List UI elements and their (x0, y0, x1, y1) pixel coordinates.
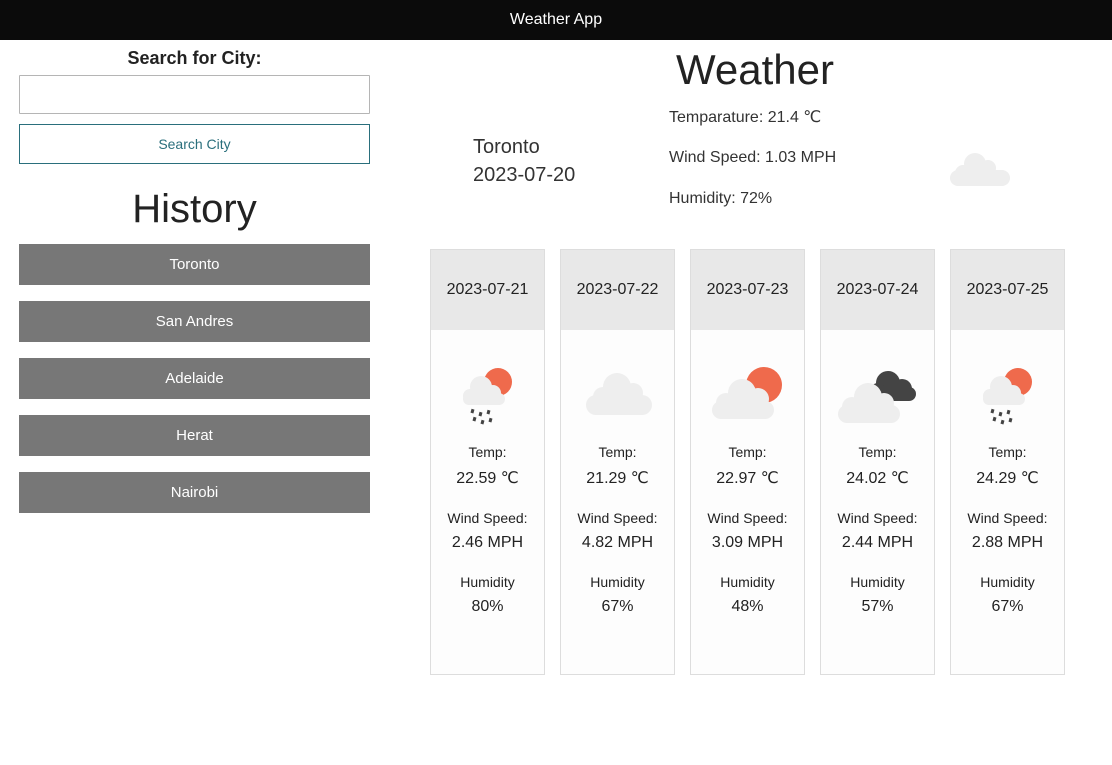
search-label: Search for City: (127, 48, 262, 68)
forecast-date: 2023-07-25 (951, 250, 1064, 330)
current-temperature: Temparature: 21.4 ℃ (669, 109, 822, 126)
forecast-date: 2023-07-21 (431, 250, 544, 330)
current-weather-panel: Weather Toronto 2023-07-20 Temparature: … (430, 40, 1070, 240)
temp-label: Temp: (468, 444, 507, 460)
wind-label: Wind Speed: (577, 510, 658, 526)
temp-value: 22.59 ℃ (456, 470, 519, 487)
cloud-icon (945, 140, 1015, 190)
wind-label: Wind Speed: (447, 510, 528, 526)
current-wind-speed: Wind Speed: 1.03 MPH (669, 149, 837, 166)
temp-label: Temp: (858, 444, 897, 460)
forecast-date: 2023-07-23 (691, 250, 804, 330)
history-list: Toronto San Andres Adelaide Herat Nairob… (19, 244, 370, 513)
humidity-label: Humidity (590, 574, 645, 590)
current-weather-title: Weather (676, 46, 834, 93)
humidity-value: 80% (471, 598, 504, 615)
app-header: Weather App (0, 0, 1112, 40)
forecast-card: 2023-07-21 Temp: 22.59 ℃ Wind Speed: 2.4… (430, 249, 545, 675)
current-humidity: Humidity: 72% (669, 190, 773, 207)
search-city-button[interactable]: Search City (19, 124, 370, 164)
dark-clouds-icon (821, 344, 934, 444)
humidity-value: 57% (861, 598, 894, 615)
wind-value: 3.09 MPH (711, 534, 784, 551)
wind-label: Wind Speed: (707, 510, 788, 526)
sidebar: Search for City: Search City History Tor… (19, 40, 370, 529)
wind-label: Wind Speed: (837, 510, 918, 526)
history-item-toronto[interactable]: Toronto (19, 244, 370, 285)
history-item-herat[interactable]: Herat (19, 415, 370, 456)
cloud-icon (561, 344, 674, 444)
humidity-value: 48% (731, 598, 764, 615)
temp-label: Temp: (598, 444, 637, 460)
wind-value: 2.46 MPH (451, 534, 524, 551)
humidity-value: 67% (991, 598, 1024, 615)
forecast-card: 2023-07-25 Temp: 24.29 ℃ Wind Speed: 2.8… (950, 249, 1065, 675)
forecast-card: 2023-07-22 Temp: 21.29 ℃ Wind Speed: 4.8… (560, 249, 675, 675)
humidity-label: Humidity (980, 574, 1035, 590)
current-date: 2023-07-20 (473, 164, 576, 186)
forecast-date: 2023-07-24 (821, 250, 934, 330)
history-title: History (132, 187, 257, 231)
temp-value: 21.29 ℃ (586, 470, 649, 487)
forecast-date: 2023-07-22 (561, 250, 674, 330)
wind-value: 2.44 MPH (841, 534, 914, 551)
wind-value: 2.88 MPH (971, 534, 1044, 551)
partly-cloudy-icon (691, 344, 804, 444)
forecast-card: 2023-07-23 Temp: 22.97 ℃ Wind Speed: 3.0… (690, 249, 805, 675)
humidity-value: 67% (601, 598, 634, 615)
temp-value: 22.97 ℃ (716, 470, 779, 487)
wind-label: Wind Speed: (967, 510, 1048, 526)
history-item-adelaide[interactable]: Adelaide (19, 358, 370, 399)
humidity-label: Humidity (460, 574, 515, 590)
sun-rain-icon (431, 344, 544, 444)
history-item-nairobi[interactable]: Nairobi (19, 472, 370, 513)
forecast-card: 2023-07-24 Temp: 24.02 ℃ Wind Speed: 2.4… (820, 249, 935, 675)
temp-label: Temp: (988, 444, 1027, 460)
temp-label: Temp: (728, 444, 767, 460)
sun-rain-icon (951, 344, 1064, 444)
history-item-san-andres[interactable]: San Andres (19, 301, 370, 342)
humidity-label: Humidity (850, 574, 905, 590)
search-input[interactable] (19, 75, 370, 114)
temp-value: 24.29 ℃ (976, 470, 1039, 487)
temp-value: 24.02 ℃ (846, 470, 909, 487)
humidity-label: Humidity (720, 574, 775, 590)
current-city: Toronto (473, 136, 540, 158)
app-title: Weather App (509, 11, 603, 28)
wind-value: 4.82 MPH (581, 534, 654, 551)
